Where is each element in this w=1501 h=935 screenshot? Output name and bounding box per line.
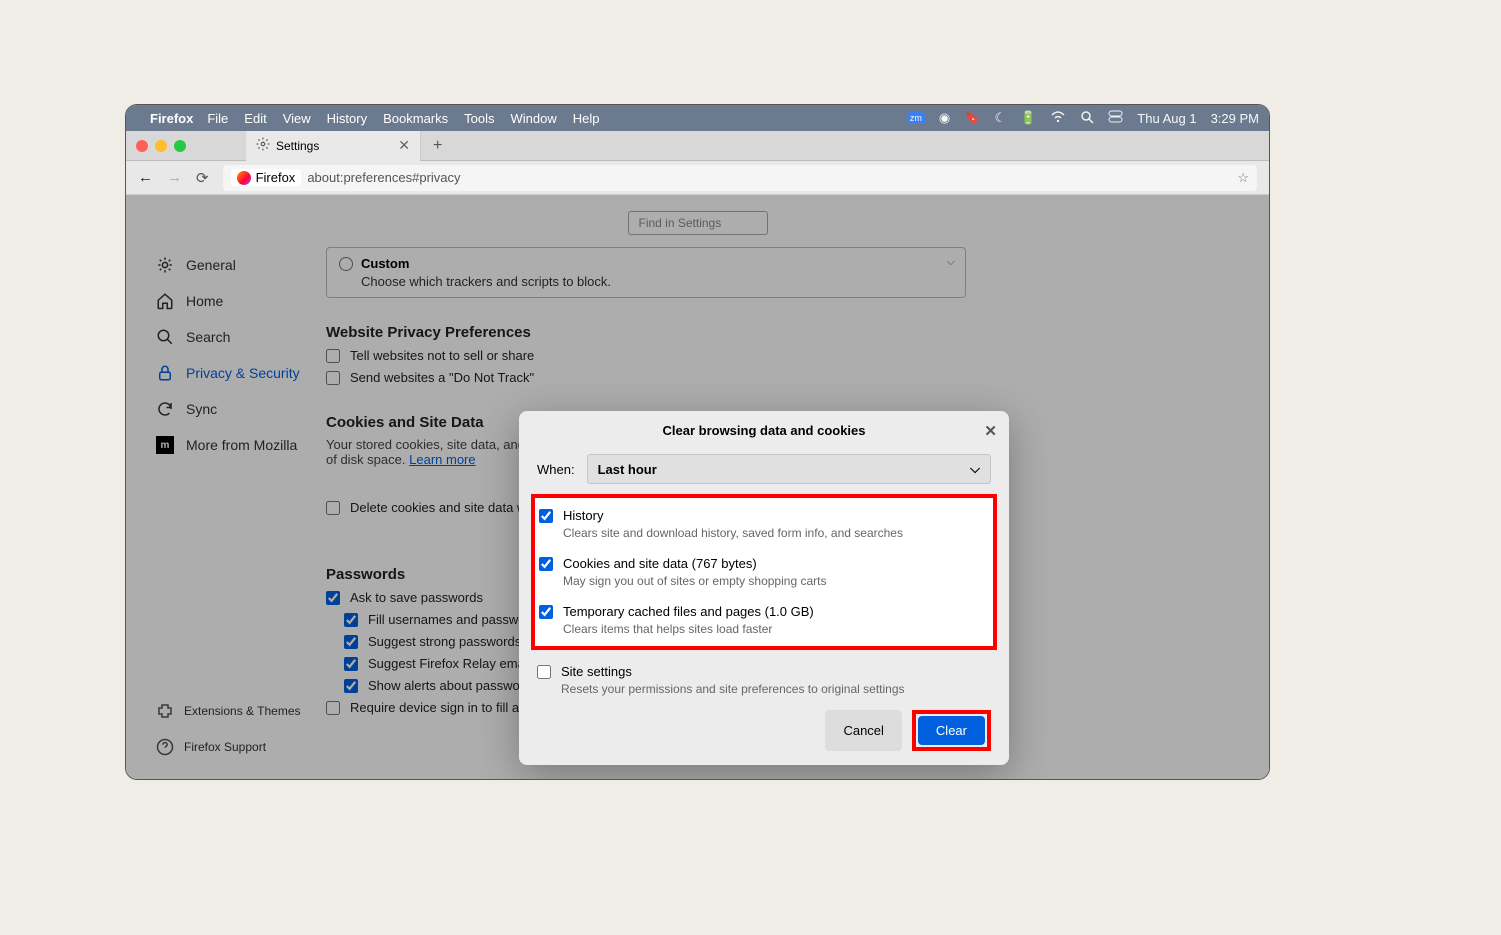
dialog-title: Clear browsing data and cookies — [663, 423, 866, 438]
site-settings-desc: Resets your permissions and site prefere… — [561, 682, 991, 696]
menubar-date[interactable]: Thu Aug 1 — [1137, 111, 1196, 126]
clear-button-highlight: Clear — [912, 710, 991, 751]
cookies-label: Cookies and site data (767 bytes) — [563, 556, 757, 571]
menu-help[interactable]: Help — [573, 111, 600, 126]
reload-button[interactable]: ⟳ — [196, 169, 209, 187]
url-input[interactable]: Firefox about:preferences#privacy ☆ — [223, 165, 1257, 191]
menu-bookmarks[interactable]: Bookmarks — [383, 111, 448, 126]
search-icon[interactable] — [1080, 110, 1094, 127]
firefox-window: Firefox File Edit View History Bookmarks… — [125, 104, 1270, 780]
dialog-close-icon[interactable]: ✕ — [984, 422, 997, 440]
history-checkbox[interactable] — [539, 509, 553, 523]
control-center-icon[interactable] — [1108, 110, 1123, 126]
status-zoom-icon[interactable]: zm — [907, 112, 925, 124]
menu-window[interactable]: Window — [511, 111, 557, 126]
cache-checkbox[interactable] — [539, 605, 553, 619]
bookmark-star-icon[interactable]: ☆ — [1237, 170, 1249, 186]
menubar-time[interactable]: 3:29 PM — [1211, 111, 1259, 126]
window-maximize-button[interactable] — [174, 140, 186, 152]
battery-icon[interactable]: 🔋 — [1020, 110, 1036, 126]
when-label: When: — [537, 462, 575, 477]
menu-tools[interactable]: Tools — [464, 111, 494, 126]
window-minimize-button[interactable] — [155, 140, 167, 152]
url-bar: ← → ⟳ Firefox about:preferences#privacy … — [126, 161, 1269, 195]
chevron-down-icon: ⌵ — [970, 461, 980, 477]
tab-settings[interactable]: Settings ✕ — [246, 131, 421, 161]
macos-menubar: Firefox File Edit View History Bookmarks… — [126, 105, 1269, 131]
site-settings-checkbox[interactable] — [537, 665, 551, 679]
gear-icon — [256, 137, 270, 154]
history-desc: Clears site and download history, saved … — [563, 526, 989, 540]
traffic-lights — [136, 140, 186, 152]
back-button[interactable]: ← — [138, 169, 153, 186]
tab-bar: Settings ✕ + — [126, 131, 1269, 161]
tab-close-icon[interactable]: ✕ — [398, 137, 410, 154]
menubar-app-name[interactable]: Firefox — [150, 111, 193, 126]
firefox-logo-icon — [237, 171, 251, 185]
cancel-button[interactable]: Cancel — [825, 710, 901, 751]
when-value: Last hour — [598, 462, 657, 477]
wifi-icon[interactable] — [1050, 111, 1066, 126]
content-area: Find in Settings General Home Search Pri… — [126, 195, 1269, 779]
site-settings-label: Site settings — [561, 664, 632, 679]
url-identity-box[interactable]: Firefox — [231, 169, 302, 186]
menu-edit[interactable]: Edit — [244, 111, 266, 126]
new-tab-button[interactable]: + — [421, 137, 454, 155]
cache-label: Temporary cached files and pages (1.0 GB… — [563, 604, 814, 619]
tab-title: Settings — [276, 139, 319, 153]
menu-view[interactable]: View — [283, 111, 311, 126]
url-prefix-label: Firefox — [256, 170, 296, 185]
when-select[interactable]: Last hour ⌵ — [587, 454, 991, 484]
window-close-button[interactable] — [136, 140, 148, 152]
forward-button[interactable]: → — [167, 169, 182, 186]
menu-file[interactable]: File — [207, 111, 228, 126]
history-label: History — [563, 508, 603, 523]
cache-desc: Clears items that helps sites load faste… — [563, 622, 989, 636]
cookies-checkbox[interactable] — [539, 557, 553, 571]
bookmark-icon[interactable]: 🔖 — [964, 110, 980, 126]
url-text: about:preferences#privacy — [307, 170, 460, 185]
status-icon[interactable]: ◉ — [939, 110, 950, 126]
highlighted-options: History Clears site and download history… — [531, 494, 997, 650]
moon-icon[interactable]: ☾ — [994, 110, 1006, 126]
cookies-desc: May sign you out of sites or empty shopp… — [563, 574, 989, 588]
dialog-header: Clear browsing data and cookies ✕ — [519, 411, 1009, 450]
menu-history[interactable]: History — [327, 111, 367, 126]
clear-button[interactable]: Clear — [918, 716, 985, 745]
clear-data-dialog: Clear browsing data and cookies ✕ When: … — [519, 411, 1009, 765]
